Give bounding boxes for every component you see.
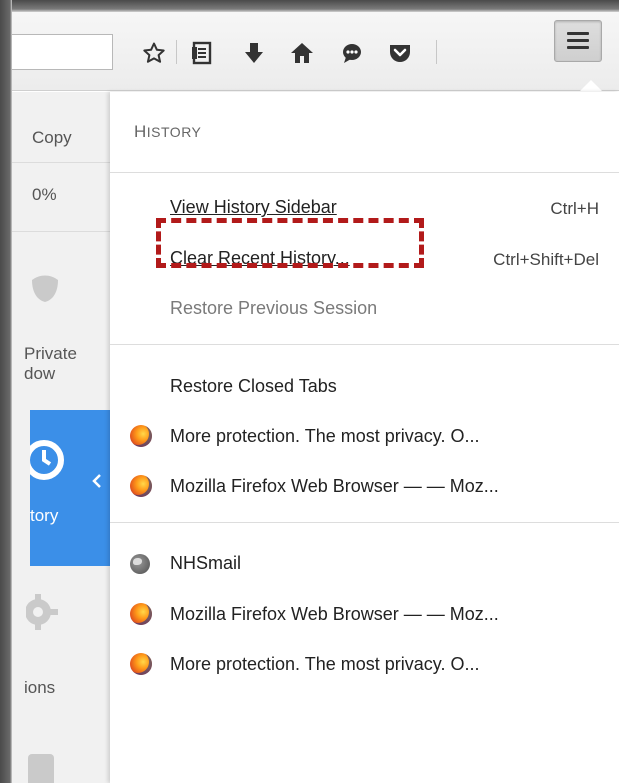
history-panel-title: HISTORY xyxy=(134,122,202,141)
mask-icon xyxy=(28,272,62,311)
toolbar-separator xyxy=(176,40,177,64)
main-menu-item-options[interactable]: ions xyxy=(24,678,55,698)
menu-icon xyxy=(567,32,589,50)
firefox-icon xyxy=(130,475,152,497)
main-menu-item-history[interactable]: tory xyxy=(24,410,110,566)
globe-icon xyxy=(130,553,150,574)
addons-icon xyxy=(28,748,58,783)
download-icon[interactable] xyxy=(240,39,268,67)
separator xyxy=(110,522,619,523)
firefox-icon xyxy=(130,603,152,625)
history-clock-icon xyxy=(24,438,70,487)
highlight-box xyxy=(156,218,424,268)
closed-tab-item[interactable]: More protection. The most privacy. O... xyxy=(130,425,479,447)
restore-previous-session-item[interactable]: Restore Previous Session xyxy=(170,298,377,319)
clear-recent-history-shortcut: Ctrl+Shift+Del xyxy=(493,250,599,269)
separator xyxy=(110,172,619,173)
star-icon[interactable] xyxy=(140,39,168,67)
separator xyxy=(110,344,619,345)
history-item[interactable]: NHSmail xyxy=(130,553,241,574)
view-history-sidebar-item[interactable]: View History Sidebar xyxy=(170,197,337,218)
main-menu-item-zoom[interactable]: 0% xyxy=(12,163,110,232)
history-panel: HISTORY View History Sidebar Ctrl+H Clea… xyxy=(110,92,619,783)
panel-arrow xyxy=(579,80,603,92)
history-item[interactable]: Mozilla Firefox Web Browser — — Moz... xyxy=(130,603,499,625)
reading-list-icon[interactable] xyxy=(188,39,216,67)
main-menu-item-copy[interactable]: Copy xyxy=(12,92,110,163)
home-icon[interactable] xyxy=(288,39,316,67)
gear-icon xyxy=(25,592,60,637)
main-menu-panel: Copy 0% Private dow tory ions xyxy=(12,92,111,783)
toolbar-separator xyxy=(436,40,437,64)
view-history-sidebar-shortcut: Ctrl+H xyxy=(550,199,599,218)
window-border-top xyxy=(0,0,619,12)
toolbar xyxy=(12,12,619,91)
chevron-left-icon xyxy=(92,474,102,493)
browser-window: Copy 0% Private dow tory ions HISTORY Vi… xyxy=(0,0,619,783)
main-menu-item-private-window[interactable]: Private dow xyxy=(12,232,110,410)
restore-closed-tabs-item[interactable]: Restore Closed Tabs xyxy=(170,376,337,397)
chat-icon[interactable] xyxy=(338,39,366,67)
open-menu-button[interactable] xyxy=(554,20,602,62)
pocket-icon[interactable] xyxy=(386,39,414,67)
firefox-icon xyxy=(130,425,152,447)
url-bar[interactable] xyxy=(12,34,113,70)
history-item[interactable]: More protection. The most privacy. O... xyxy=(130,653,479,675)
firefox-icon xyxy=(130,653,152,675)
window-border-left xyxy=(0,0,12,783)
closed-tab-item[interactable]: Mozilla Firefox Web Browser — — Moz... xyxy=(130,475,499,497)
